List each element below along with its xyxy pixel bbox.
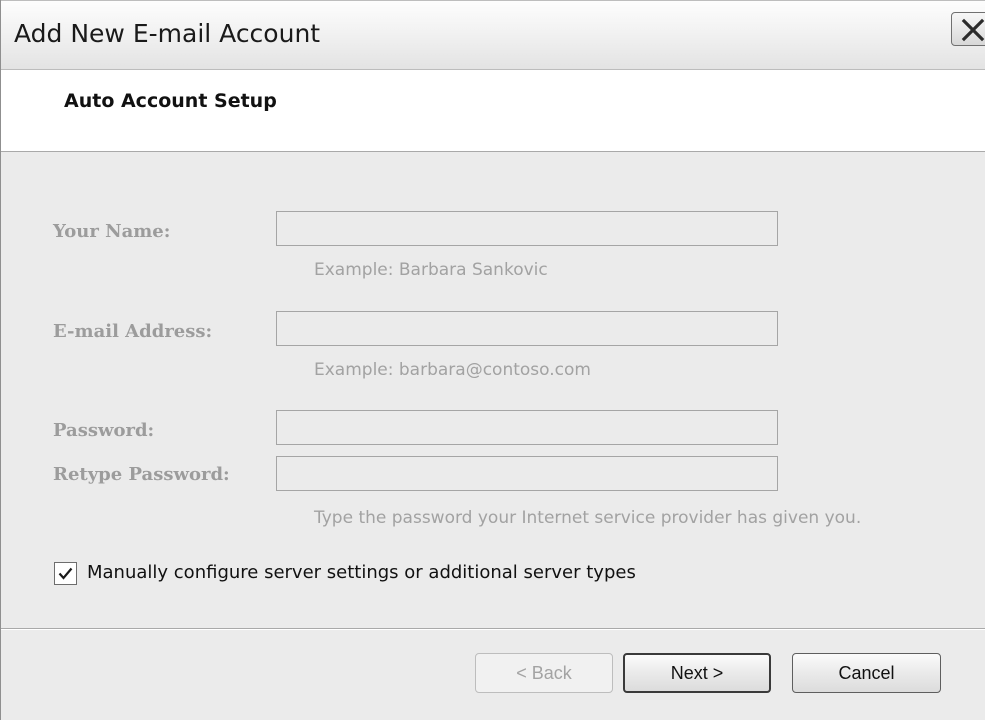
manual-config-label: Manually configure server settings or ad…	[87, 562, 636, 583]
email-address-label: E-mail Address:	[53, 321, 213, 342]
your-name-label: Your Name:	[53, 221, 171, 242]
footer-separator	[1, 628, 985, 630]
close-icon	[961, 18, 985, 42]
manual-config-checkbox[interactable]	[54, 562, 77, 585]
page-header: Auto Account Setup	[1, 70, 985, 152]
email-address-hint: Example: barbara@contoso.com	[314, 360, 591, 380]
email-address-input[interactable]	[276, 311, 778, 346]
title-bar: Add New E-mail Account	[1, 0, 985, 70]
checkmark-icon	[58, 567, 73, 580]
window-title: Add New E-mail Account	[14, 19, 321, 48]
add-email-account-dialog: Add New E-mail Account Auto Account Setu…	[0, 0, 985, 720]
page-title: Auto Account Setup	[64, 90, 277, 112]
close-button[interactable]	[951, 12, 985, 46]
retype-password-input[interactable]	[276, 456, 778, 491]
retype-password-label: Retype Password:	[53, 464, 230, 485]
your-name-input[interactable]	[276, 211, 778, 246]
password-hint: Type the password your Internet service …	[314, 508, 862, 528]
cancel-button[interactable]: Cancel	[792, 653, 941, 693]
back-button[interactable]: < Back	[475, 653, 613, 693]
password-label: Password:	[53, 420, 155, 441]
password-input[interactable]	[276, 410, 778, 445]
next-button[interactable]: Next >	[623, 653, 771, 693]
your-name-hint: Example: Barbara Sankovic	[314, 260, 548, 280]
